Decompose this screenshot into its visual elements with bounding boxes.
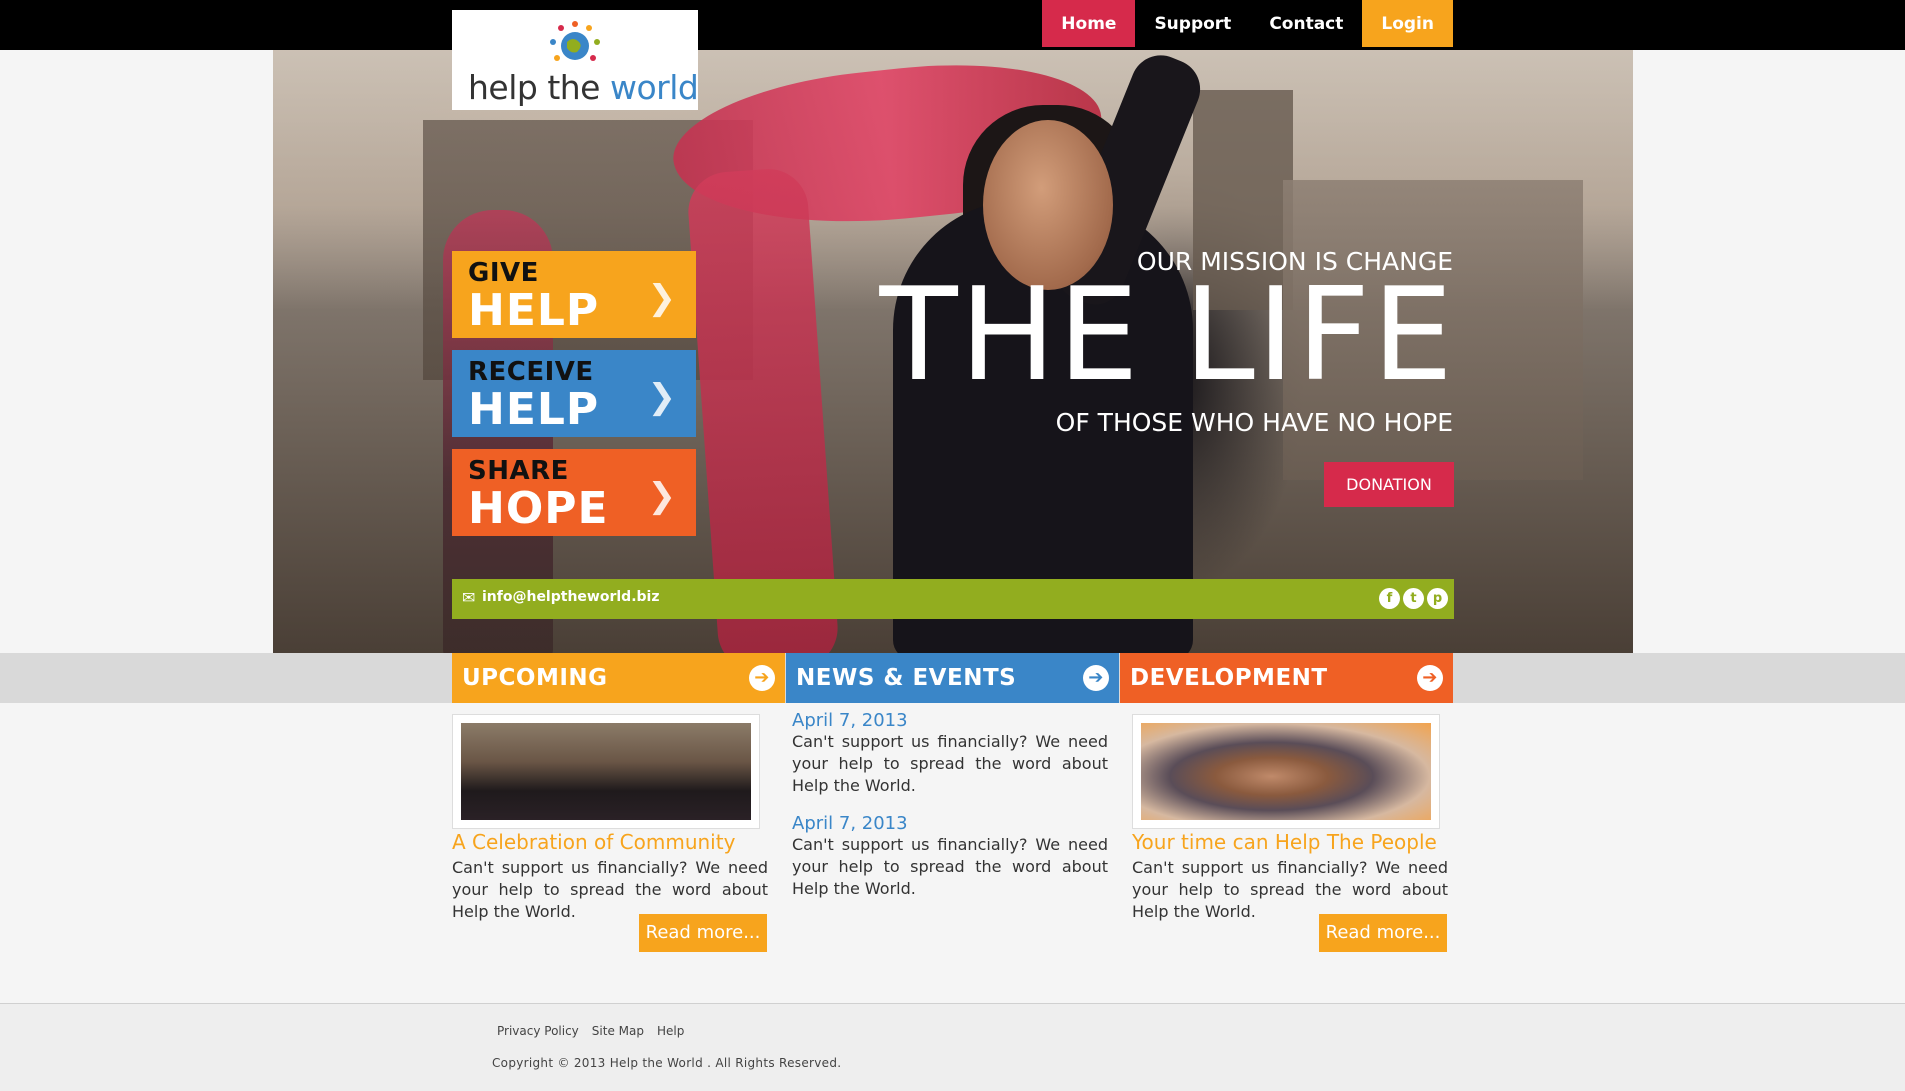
upcoming-read-more-button[interactable]: Read more... [639,914,767,952]
donation-button[interactable]: DONATION [1324,462,1454,507]
top-bar [0,0,1905,50]
upcoming-title[interactable]: A Celebration of Community [452,830,735,854]
facebook-icon[interactable]: f [1379,588,1400,609]
logo-text-part1: help the [468,68,610,107]
development-read-more-button[interactable]: Read more... [1319,914,1447,952]
news-date-1[interactable]: April 7, 2013 [792,710,908,731]
pinterest-icon[interactable]: p [1427,588,1448,609]
upcoming-header-label: UPCOMING [462,665,608,691]
footer-link-sitemap[interactable]: Site Map [592,1024,644,1038]
footer-link-privacy[interactable]: Privacy Policy [497,1024,579,1038]
give-help-small: GIVE [468,258,539,288]
chevron-right-icon: ❯ [647,476,677,516]
logo-text-part2: world [609,68,699,107]
nav-support[interactable]: Support [1135,0,1250,47]
arrow-right-icon[interactable]: ➔ [749,665,775,691]
footer-link-help[interactable]: Help [657,1024,684,1038]
give-help-button[interactable]: GIVE HELP ❯ [452,251,696,338]
news-events-header: NEWS & EVENTS ➔ [786,653,1119,703]
development-header: DEVELOPMENT ➔ [1120,653,1453,703]
receive-help-small: RECEIVE [468,357,594,387]
mail-icon: ✉ [462,588,476,607]
nav-login[interactable]: Login [1362,0,1453,47]
chevron-right-icon: ❯ [647,278,677,318]
news-date-2[interactable]: April 7, 2013 [792,813,908,834]
nav-contact[interactable]: Contact [1250,0,1362,47]
footer: Privacy Policy Site Map Help Copyright ©… [0,1003,1905,1091]
arrow-right-icon[interactable]: ➔ [1083,665,1109,691]
site-logo[interactable]: help the world [452,10,699,110]
development-photo [1141,723,1431,820]
development-header-label: DEVELOPMENT [1130,665,1328,691]
footer-links: Privacy Policy Site Map Help [497,1024,684,1038]
development-title[interactable]: Your time can Help The People [1132,830,1437,854]
upcoming-photo [461,723,751,820]
upcoming-header: UPCOMING ➔ [452,653,785,703]
receive-help-button[interactable]: RECEIVE HELP ❯ [452,350,696,437]
twitter-icon[interactable]: t [1403,588,1424,609]
share-hope-big: HOPE [468,483,609,534]
logo-text: help the world [468,68,699,107]
news-header-label: NEWS & EVENTS [796,665,1017,691]
share-hope-button[interactable]: SHARE HOPE ❯ [452,449,696,536]
news-text-1: Can't support us financially? We need yo… [792,732,1108,795]
contact-email[interactable]: info@helptheworld.biz [482,589,659,605]
social-icons: f t p [1379,588,1448,609]
share-hope-small: SHARE [468,456,569,486]
chevron-right-icon: ❯ [647,377,677,417]
nav-home[interactable]: Home [1042,0,1136,47]
receive-help-big: HELP [468,384,600,435]
main-nav: Home Support Contact Login [1042,0,1453,47]
upcoming-thumbnail[interactable] [452,714,760,829]
contact-bar: ✉ info@helptheworld.biz f t p [452,579,1454,619]
development-thumbnail[interactable] [1132,714,1440,829]
news-text-2: Can't support us financially? We need yo… [792,835,1108,898]
give-help-big: HELP [468,285,600,336]
arrow-right-icon[interactable]: ➔ [1417,665,1443,691]
globe-logo-icon [550,21,600,61]
mission-headline: THE LIFE [879,261,1455,410]
copyright: Copyright © 2013 Help the World . All Ri… [492,1056,842,1070]
mission-line-3: OF THOSE WHO HAVE NO HOPE [1055,408,1453,437]
